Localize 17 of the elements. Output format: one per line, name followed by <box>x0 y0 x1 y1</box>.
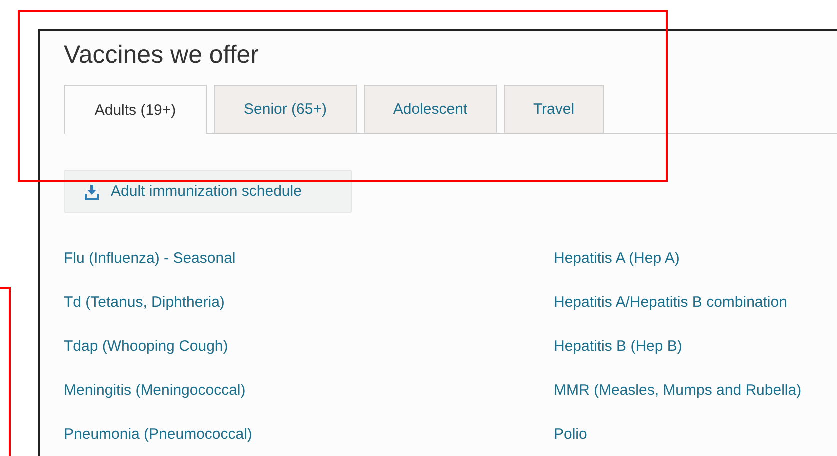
vaccine-link[interactable]: Tdap (Whooping Cough) <box>64 337 554 357</box>
page-heading: Vaccines we offer <box>64 40 260 71</box>
tab[interactable]: Travel <box>504 85 604 133</box>
vaccine-link[interactable]: Hepatitis A/Hepatitis B combination <box>554 293 802 313</box>
vaccine-link[interactable]: Hepatitis A (Hep A) <box>554 249 802 269</box>
vaccine-link[interactable]: Td (Tetanus, Diphtheria) <box>64 293 554 313</box>
vaccine-link[interactable]: Hepatitis B (Hep B) <box>554 337 802 357</box>
download-icon <box>85 184 99 200</box>
tab[interactable]: Adolescent <box>364 85 497 133</box>
tab[interactable]: Senior (65+) <box>214 85 357 133</box>
download-button[interactable]: Adult immunization schedule <box>64 170 352 213</box>
vaccine-link[interactable]: Polio <box>554 425 802 445</box>
vaccine-link[interactable]: Flu (Influenza) - Seasonal <box>64 249 554 269</box>
vaccine-link[interactable]: Meningitis (Meningococcal) <box>64 381 554 401</box>
tab[interactable]: Adults (19+) <box>64 85 207 134</box>
vaccine-link[interactable]: Pneumonia (Pneumococcal) <box>64 425 554 445</box>
vaccine-link[interactable]: MMR (Measles, Mumps and Rubella) <box>554 381 802 401</box>
